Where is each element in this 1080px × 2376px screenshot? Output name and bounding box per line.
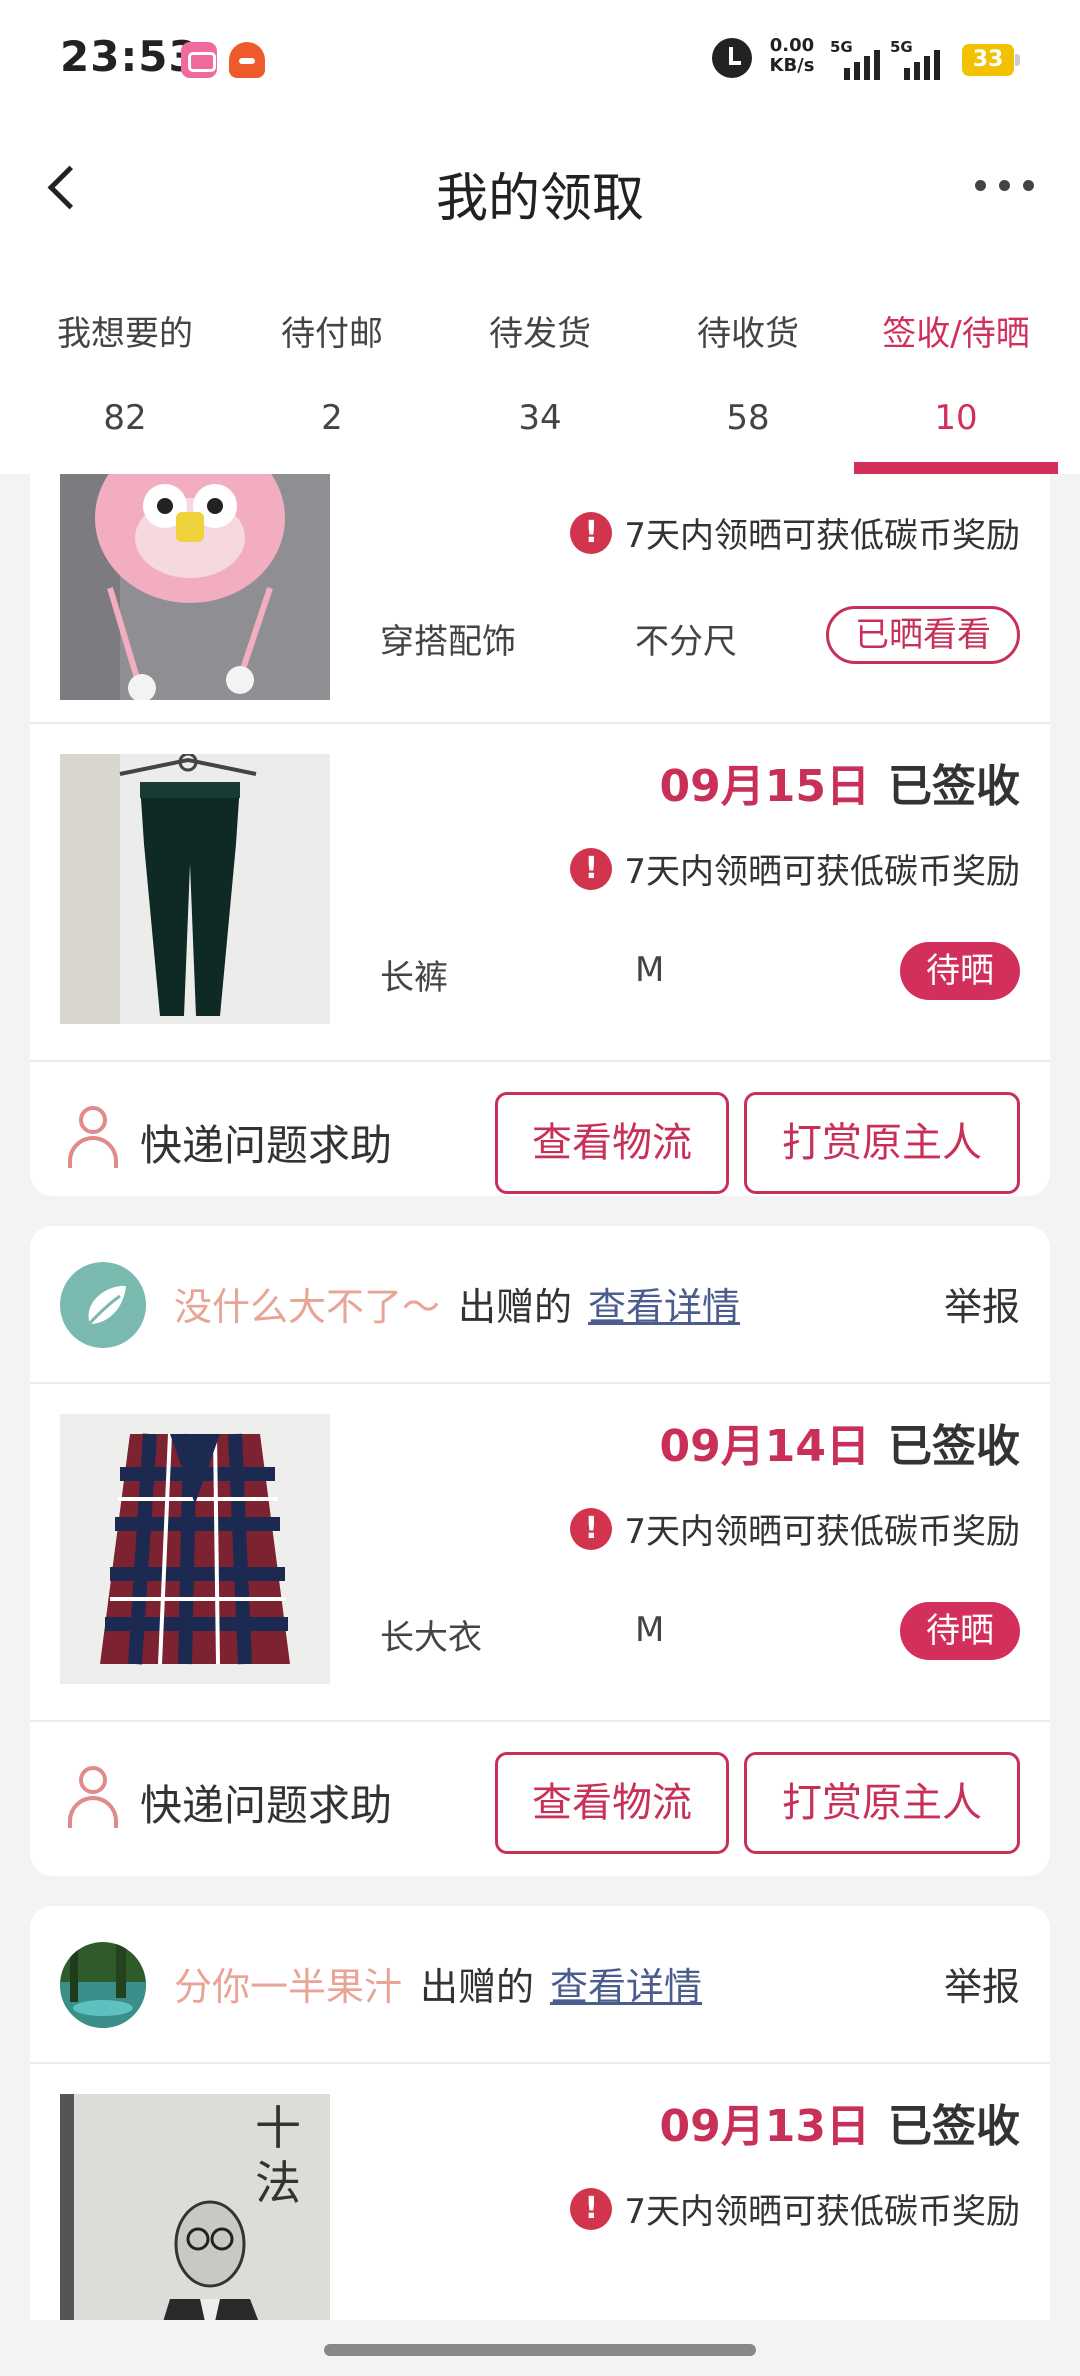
order-card: ! 7天内领晒可获低碳币奖励 穿搭配饰 不分尺 已晒看看 09月15日已签收 [30,474,1050,1196]
reward-tip: ! 7天内领晒可获低碳币奖励 [570,1504,1020,1553]
tab-pending-receipt[interactable]: 待收货 58 [640,292,856,474]
top-header: 23:53 0.00 KB/s 5G 5G 33 我的领取 我想要的 82 待付 [0,0,1080,474]
warning-icon: ! [570,2187,613,2230]
battery-icon: 33 [962,44,1020,76]
list-item[interactable]: ! 7天内领晒可获低碳币奖励 穿搭配饰 不分尺 已晒看看 [30,474,1050,700]
giver-name[interactable]: 没什么大不了～ [174,1276,440,1331]
order-card: 分你一半果汁 出赠的 查看详情 举报 十 法 09月13日 已签收 ! 7天内领… [30,1906,1050,2320]
alarm-icon [712,38,752,78]
warning-icon: ! [570,1507,613,1550]
tab-signed-pending-share[interactable]: 签收/待晒 10 [848,292,1064,474]
giver-info: 分你一半果汁 出赠的 查看详情 [174,1956,702,2011]
warning-icon: ! [570,511,613,554]
product-image[interactable] [60,474,330,700]
reward-tip: ! 7天内领晒可获低碳币奖励 [570,2184,1020,2233]
signal-icon: 5G [830,38,884,80]
report-button[interactable]: 举报 [944,1276,1020,1331]
sign-date: 09月15日 已签收 [659,761,1020,812]
product-image[interactable] [60,754,330,1024]
person-icon [66,1106,120,1170]
nav-bar: 我的领取 [0,118,1080,258]
list-item[interactable]: 十 法 09月13日 已签收 ! 7天内领晒可获低碳币奖励 [30,2064,1050,2320]
list-item[interactable]: 09月14日 已签收 ! 7天内领晒可获低碳币奖励 长大衣 M 待晒 [30,1384,1050,1720]
tab-pending-shipment[interactable]: 待发货 34 [432,292,648,474]
giver-row: 没什么大不了～ 出赠的 查看详情 举报 [30,1226,1050,1382]
back-icon[interactable] [40,160,90,216]
report-button[interactable]: 举报 [944,1956,1020,2011]
status-bar: 23:53 0.00 KB/s 5G 5G 33 [0,0,1080,118]
list-item[interactable]: 09月15日 已签收 ! 7天内领晒可获低碳币奖励 长裤 M 待晒 [30,724,1050,1060]
sign-date: 09月14日 已签收 [659,1421,1020,1472]
item-size: M [635,950,665,990]
tab-underline [854,462,1058,474]
view-logistics-button[interactable]: 查看物流 [495,1092,729,1194]
order-card: 没什么大不了～ 出赠的 查看详情 举报 09月14日 已签收 ! 7天内领晒可获… [30,1226,1050,1876]
clock: 23:53 [60,32,199,81]
network-speed: 0.00 KB/s [769,35,815,76]
item-category: 长裤 [380,958,448,998]
giver-row: 分你一半果汁 出赠的 查看详情 举报 [30,1906,1050,2062]
svg-text:法: 法 [255,2156,301,2210]
page-title: 我的领取 [435,169,644,229]
view-logistics-button[interactable]: 查看物流 [495,1752,729,1854]
product-image[interactable]: 十 法 [60,2094,330,2320]
avatar[interactable] [60,1942,146,2028]
courier-help-link[interactable]: 快递问题求助 [140,1772,392,1833]
pending-share-button[interactable]: 待晒 [900,1602,1020,1660]
courier-help-link[interactable]: 快递问题求助 [140,1112,392,1173]
more-icon[interactable] [975,180,1035,192]
tip-owner-button[interactable]: 打赏原主人 [744,1092,1020,1194]
giver-name[interactable]: 分你一半果汁 [174,1956,402,2011]
giver-info: 没什么大不了～ 出赠的 查看详情 [174,1276,740,1331]
home-indicator[interactable] [324,2344,756,2356]
app-notification-icon [229,42,265,78]
avatar[interactable] [60,1262,146,1348]
view-share-button[interactable]: 已晒看看 [826,606,1020,664]
product-image[interactable] [60,1414,330,1684]
tab-wanted[interactable]: 我想要的 82 [17,292,233,474]
warning-icon: ! [570,847,613,890]
person-icon [66,1766,120,1830]
signal-icon: 5G [890,38,944,80]
view-detail-link[interactable]: 查看详情 [550,1956,702,2011]
bilibili-icon [181,42,217,78]
tab-bar: 我想要的 82 待付邮 2 待发货 34 待收货 58 签收/待晒 10 [0,292,1080,474]
tab-pending-postage[interactable]: 待付邮 2 [224,292,440,474]
help-row: 快递问题求助 查看物流 打赏原主人 [30,1062,1050,1196]
view-detail-link[interactable]: 查看详情 [588,1276,740,1331]
reward-tip: ! 7天内领晒可获低碳币奖励 [570,844,1020,893]
help-row: 快递问题求助 查看物流 打赏原主人 [30,1722,1050,1876]
reward-tip: ! 7天内领晒可获低碳币奖励 [570,508,1020,557]
item-size: 不分尺 [635,622,737,662]
order-list[interactable]: ! 7天内领晒可获低碳币奖励 穿搭配饰 不分尺 已晒看看 09月15日已签收 [0,474,1080,2320]
item-category: 长大衣 [380,1618,482,1658]
item-size: M [635,1610,665,1650]
tip-owner-button[interactable]: 打赏原主人 [744,1752,1020,1854]
sign-date: 09月13日 已签收 [659,2101,1020,2152]
pending-share-button[interactable]: 待晒 [900,942,1020,1000]
svg-text:十: 十 [255,2101,301,2155]
item-category: 穿搭配饰 [380,622,516,662]
